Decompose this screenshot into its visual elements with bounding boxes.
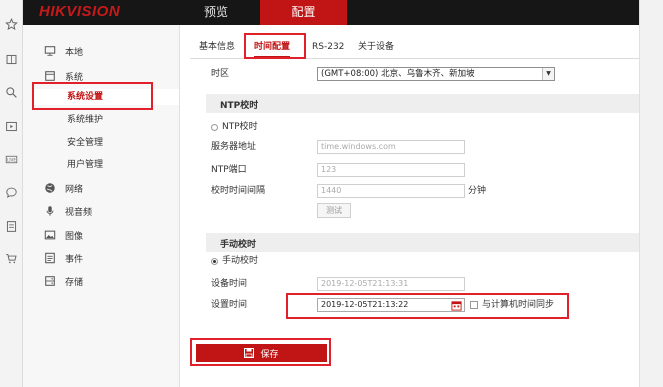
microphone-icon [43, 204, 57, 218]
search-icon[interactable] [4, 85, 19, 100]
menu-network-label: 网络 [65, 184, 84, 195]
sync-interval-label: 校时时间间隔 [211, 186, 266, 196]
ntp-section-header: NTP校时 [206, 94, 639, 113]
sync-interval-input[interactable]: 1440 [317, 184, 465, 198]
menu-storage-label: 存储 [65, 277, 84, 288]
live-icon[interactable]: LIVE [4, 152, 19, 167]
manual-radio[interactable] [211, 258, 218, 265]
menu-event[interactable]: 事件 [43, 250, 83, 266]
highlight-save-button [190, 338, 331, 366]
menu-system-maintenance[interactable]: 系统维护 [67, 112, 103, 128]
tab-about-device[interactable]: 关于设备 [358, 39, 394, 55]
timezone-value: (GMT+08:00) 北京、乌鲁木齐、新加坡 [321, 69, 475, 79]
menu-user-management[interactable]: 用户管理 [67, 157, 103, 173]
globe-icon [43, 181, 57, 195]
device-time-input: 2019-12-05T21:13:31 [317, 277, 465, 291]
storage-icon [43, 274, 57, 288]
star-icon[interactable] [4, 17, 19, 32]
ntp-section-title: NTP校时 [220, 101, 259, 111]
ntp-port-input[interactable]: 123 [317, 163, 465, 177]
nav-preview[interactable]: 预览 [191, 0, 241, 25]
server-address-label: 服务器地址 [211, 142, 257, 152]
menu-image[interactable]: 图像 [43, 227, 83, 243]
menu-network[interactable]: 网络 [43, 180, 83, 196]
menu-storage[interactable]: 存储 [43, 273, 83, 289]
ntp-radio[interactable] [211, 124, 218, 131]
ntp-port-label: NTP端口 [211, 165, 247, 175]
manual-section-header: 手动校时 [206, 233, 639, 252]
video-icon[interactable] [4, 119, 19, 134]
server-address-input[interactable]: time.windows.com [317, 140, 465, 154]
menu-local-label: 本地 [65, 47, 84, 58]
menu-system-label: 系统 [65, 72, 84, 83]
timezone-label: 时区 [211, 69, 230, 79]
system-icon [43, 69, 57, 83]
event-icon [43, 251, 57, 265]
book-icon[interactable] [4, 52, 19, 67]
test-button[interactable]: 测试 [317, 203, 351, 218]
menu-security-management[interactable]: 安全管理 [67, 135, 103, 151]
image-icon [43, 228, 57, 242]
top-header: HIKVISION 预览 配置 [23, 0, 639, 25]
right-scrollbar[interactable] [639, 0, 663, 387]
set-time-label: 设置时间 [211, 300, 248, 310]
menu-video-audio[interactable]: 视音频 [43, 203, 92, 219]
menu-video-audio-label: 视音频 [65, 207, 93, 218]
nav-config[interactable]: 配置 [260, 0, 347, 25]
note-icon[interactable] [4, 219, 19, 234]
chevron-down-icon[interactable]: ▼ [542, 68, 554, 80]
menu-local[interactable]: 本地 [43, 43, 83, 59]
chat-icon[interactable] [4, 185, 19, 200]
svg-text:LIVE: LIVE [7, 157, 16, 162]
tab-rs232[interactable]: RS-232 [312, 39, 344, 55]
config-menu: 本地 系统 系统设置 系统维护 安全管理 用户管理 网络 视音频 图像 事件 存… [23, 25, 180, 387]
highlight-time-config-tab [244, 33, 306, 59]
cart-icon[interactable] [4, 251, 19, 266]
menu-event-label: 事件 [65, 254, 84, 265]
manual-radio-label: 手动校时 [222, 256, 259, 266]
highlight-system-settings [32, 82, 153, 110]
menu-image-label: 图像 [65, 231, 84, 242]
timezone-select[interactable]: (GMT+08:00) 北京、乌鲁木齐、新加坡 ▼ [317, 67, 555, 81]
device-time-label: 设备时间 [211, 279, 248, 289]
manual-section-title: 手动校时 [220, 240, 257, 250]
hikvision-logo: HIKVISION [39, 3, 121, 20]
monitor-icon [43, 44, 57, 58]
highlight-set-time-row [286, 293, 569, 319]
left-icon-strip: LIVE [0, 0, 23, 387]
ntp-radio-label: NTP校时 [222, 122, 258, 132]
interval-unit: 分钟 [468, 186, 487, 196]
tab-basic-info[interactable]: 基本信息 [199, 39, 235, 55]
